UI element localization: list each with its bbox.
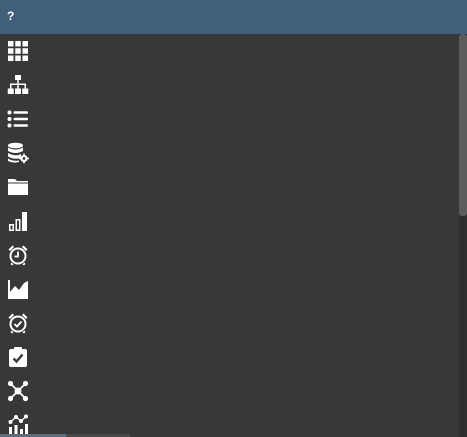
folder-icon xyxy=(8,179,28,195)
sidebar-item-alarm-clock[interactable] xyxy=(5,242,31,268)
alarm-clock-icon xyxy=(8,245,28,266)
sidebar-item-network[interactable] xyxy=(5,378,31,404)
sidebar-item-grid[interactable] xyxy=(5,38,31,64)
sitemap-icon xyxy=(7,75,29,94)
network-icon xyxy=(7,380,29,402)
sidebar-panel xyxy=(0,34,459,437)
list-icon xyxy=(7,110,28,128)
scrollbar-thumb[interactable] xyxy=(459,34,467,216)
help-button[interactable]: ? xyxy=(7,9,14,23)
sidebar-item-folder[interactable] xyxy=(5,174,31,200)
sidebar-item-database-settings[interactable] xyxy=(5,140,31,166)
sidebar-item-list[interactable] xyxy=(5,106,31,132)
database-settings-icon xyxy=(8,142,29,164)
sidebar-item-sitemap[interactable] xyxy=(5,72,31,98)
grid-icon xyxy=(8,41,28,61)
top-bar: ? xyxy=(0,0,467,34)
clipboard-check-icon xyxy=(9,347,27,367)
sidebar-item-alarm-check[interactable] xyxy=(5,310,31,336)
sidebar-item-bar-chart[interactable] xyxy=(5,208,31,234)
sidebar-item-clipboard-check[interactable] xyxy=(5,344,31,370)
sidebar-item-area-chart[interactable] xyxy=(5,276,31,302)
bar-chart-icon xyxy=(9,212,27,231)
area-chart-icon xyxy=(8,280,28,299)
alarm-check-icon xyxy=(8,313,28,334)
chart-nodes-icon xyxy=(8,414,28,435)
